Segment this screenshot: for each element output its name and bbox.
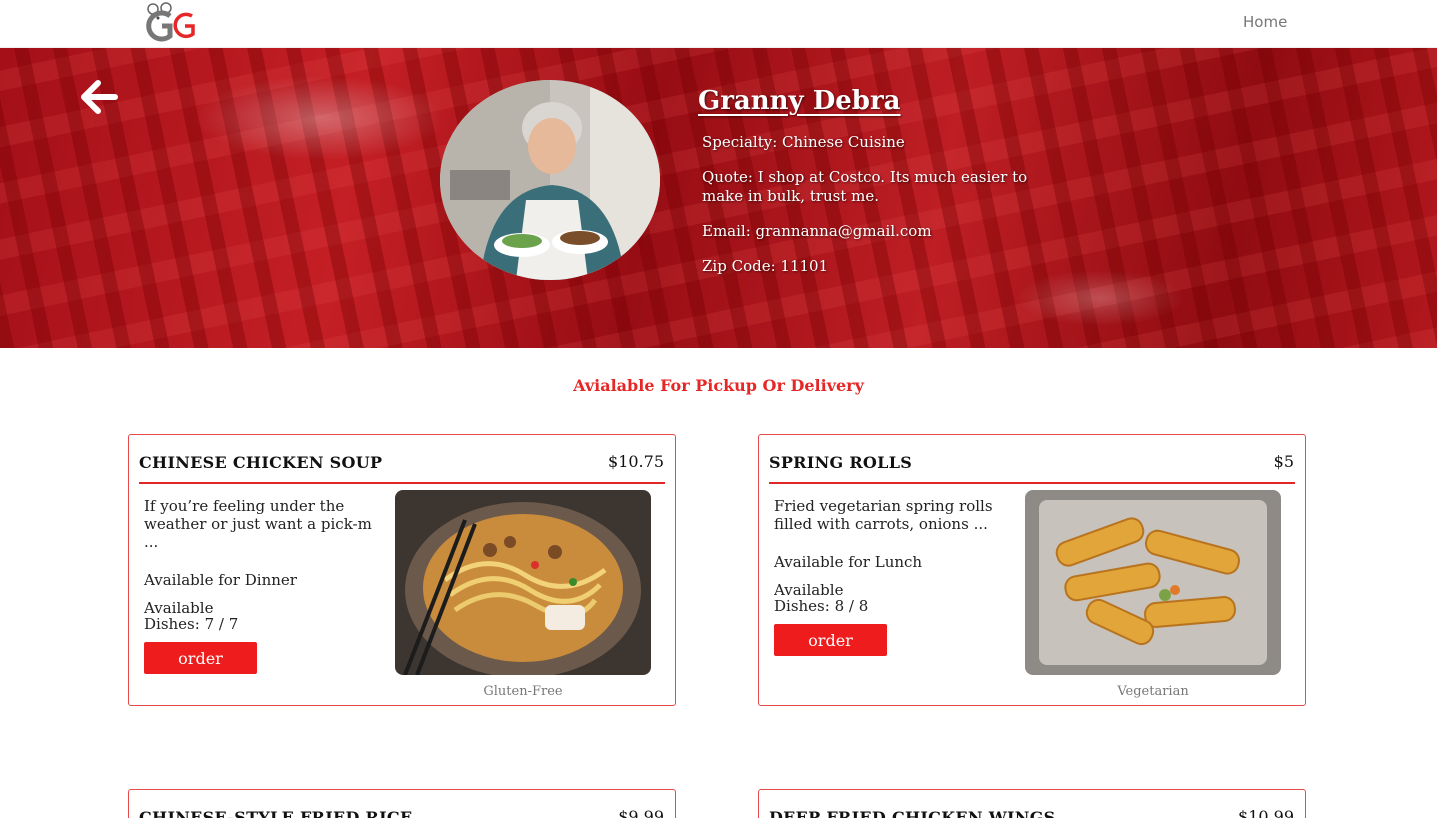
cook-quote: Quote: I shop at Costco. Its much easier… [702,168,1028,205]
dish-available-count: Available Dishes: 8 / 8 [774,581,869,615]
cook-email: Email: grannanna@gmail.com [702,222,932,240]
dish-card-chinese-chicken-soup: CHINESE CHICKEN SOUP $10.75 If you’re fe… [128,434,676,706]
dish-card-spring-rolls: SPRING ROLLS $5 Fried vegetarian spring … [758,434,1306,706]
order-button[interactable]: order [144,642,257,674]
dish-price: $10.99 [1238,807,1294,818]
cook-specialty: Specialty: Chinese Cuisine [702,133,905,151]
navbar: Home [0,0,1437,48]
dish-meal-time: Available for Dinner [144,571,297,589]
back-arrow-icon[interactable] [80,80,118,114]
granny-logo-icon[interactable] [144,0,200,44]
dish-photo [395,490,651,675]
cook-name: Granny Debra [698,86,901,116]
dish-available-count: Available Dishes: 7 / 7 [144,599,239,633]
dish-card-chinese-style-fried-rice: CHINESE-STYLE FRIED RICE $9.99 [128,789,676,818]
dish-title: DEEP FRIED CHICKEN WINGS [769,808,1056,818]
dish-diet-tag: Gluten-Free [483,684,563,699]
dish-title: CHINESE CHICKEN SOUP [139,453,383,472]
dish-description: If you’re feeling under the weather or j… [144,497,372,551]
dish-photo [1025,490,1281,675]
nav-home-link[interactable]: Home [1243,13,1287,31]
dish-price: $9.99 [618,807,664,818]
dish-price: $5 [1273,452,1294,471]
cook-zip-code: Zip Code: 11101 [702,257,829,275]
cook-hero-banner: Granny Debra Specialty: Chinese Cuisine … [0,48,1437,348]
card-divider [139,482,665,484]
dish-meal-time: Available for Lunch [774,553,923,571]
dish-diet-tag: Vegetarian [1117,684,1189,699]
dish-price: $10.75 [608,452,664,471]
dish-title: SPRING ROLLS [769,453,913,472]
dish-card-deep-fried-chicken-wings: DEEP FRIED CHICKEN WINGS $10.99 [758,789,1306,818]
order-button[interactable]: order [774,624,887,656]
cook-avatar-photo [440,80,660,280]
dish-description: Fried vegetarian spring rolls filled wit… [774,497,993,533]
availability-heading: Avialable For Pickup Or Delivery [573,376,864,395]
dish-title: CHINESE-STYLE FRIED RICE [139,808,413,818]
card-divider [769,482,1295,484]
